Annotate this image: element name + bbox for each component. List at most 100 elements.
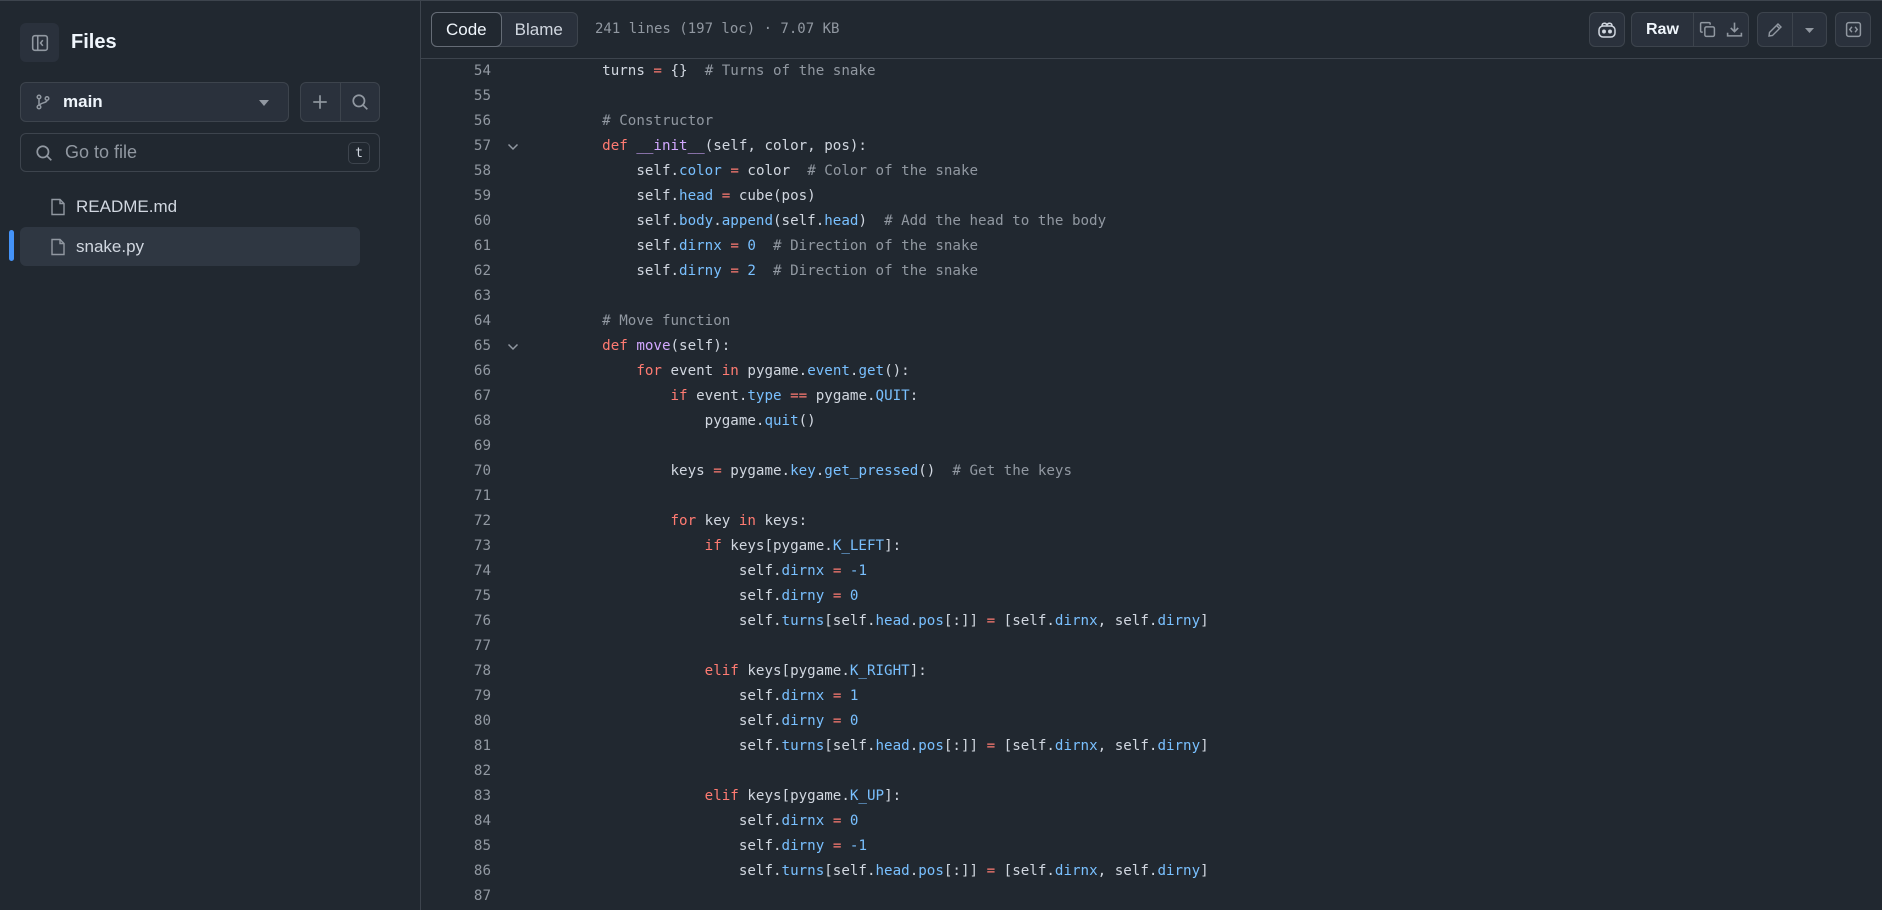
line-number[interactable]: 80: [421, 709, 491, 734]
code-text: elif keys[pygame.K_UP]:: [704, 788, 902, 804]
go-to-file-input[interactable]: Go to file t: [20, 133, 380, 172]
code-viewer: Code Blame 241 lines (197 loc) · 7.07 KB…: [421, 0, 1882, 910]
pencil-icon: [1768, 22, 1783, 37]
copy-raw-button[interactable]: [1694, 13, 1721, 46]
line-number[interactable]: 87: [421, 884, 491, 909]
code-line: 87: [421, 884, 1882, 909]
code-text: self.dirnx = 0 # Direction of the snake: [568, 238, 979, 254]
chevron-down-icon[interactable]: [507, 142, 519, 152]
code-line: 76 self.turns[self.head.pos[:]] = [self.…: [421, 609, 1882, 634]
code-line: 78 elif keys[pygame.K_RIGHT]:: [421, 659, 1882, 684]
line-number[interactable]: 66: [421, 359, 491, 384]
search-files-button[interactable]: [341, 83, 380, 121]
add-file-button[interactable]: [301, 83, 341, 121]
line-number[interactable]: 72: [421, 509, 491, 534]
line-number[interactable]: 54: [421, 59, 491, 84]
code-line: 68 pygame.quit(): [421, 409, 1882, 434]
code-line: 54 turns = {} # Turns of the snake: [421, 59, 1882, 84]
code-line: 61 self.dirnx = 0 # Direction of the sna…: [421, 234, 1882, 259]
symbols-panel-button[interactable]: [1835, 12, 1871, 47]
copilot-button[interactable]: [1589, 12, 1625, 47]
line-number[interactable]: 82: [421, 759, 491, 784]
go-to-file-placeholder: Go to file: [65, 142, 138, 162]
line-number[interactable]: 86: [421, 859, 491, 884]
code-text: self.dirnx = -1: [568, 563, 867, 579]
code-line: 79 self.dirnx = 1: [421, 684, 1882, 709]
branch-selector[interactable]: main: [20, 82, 289, 122]
file-tree-sidebar: Files main Go to file t README.md snake.…: [0, 0, 421, 910]
code-text: self.dirnx = 1: [568, 688, 859, 704]
chevron-down-icon[interactable]: [507, 342, 519, 352]
edit-options-dropdown[interactable]: [1793, 13, 1826, 46]
line-number[interactable]: 57: [421, 134, 491, 159]
code-line: 84 self.dirnx = 0: [421, 809, 1882, 834]
line-number[interactable]: 79: [421, 684, 491, 709]
code-text: self.head = cube(pos): [568, 188, 816, 204]
line-number[interactable]: 69: [421, 434, 491, 459]
line-number[interactable]: 68: [421, 409, 491, 434]
code-line: 73 if keys[pygame.K_LEFT]:: [421, 534, 1882, 559]
branch-name: main: [63, 92, 103, 111]
file-icon: [51, 198, 65, 215]
code-text: self.turns[self.head.pos[:]] = [self.dir…: [568, 863, 1209, 879]
line-number[interactable]: 83: [421, 784, 491, 809]
code-line: 81 self.turns[self.head.pos[:]] = [self.…: [421, 734, 1882, 759]
code-line: 66 for event in pygame.event.get():: [421, 359, 1882, 384]
caret-down-icon: [259, 100, 269, 106]
line-number[interactable]: 74: [421, 559, 491, 584]
tab-blame[interactable]: Blame: [501, 13, 577, 46]
code-text: # Move function: [602, 313, 731, 329]
file-name: snake.py: [76, 236, 145, 256]
code-line: 59 self.head = cube(pos): [421, 184, 1882, 209]
code-text: self.dirny = 0: [568, 713, 859, 729]
line-number[interactable]: 55: [421, 84, 491, 109]
edit-group: [1757, 12, 1827, 47]
line-number[interactable]: 67: [421, 384, 491, 409]
file-tree-item-readme[interactable]: README.md: [20, 187, 360, 226]
plus-icon: [313, 95, 327, 109]
code-text: self.dirny = -1: [568, 838, 867, 854]
tab-code[interactable]: Code: [431, 12, 502, 47]
line-number[interactable]: 77: [421, 634, 491, 659]
line-number[interactable]: 85: [421, 834, 491, 859]
copilot-icon: [1598, 22, 1616, 38]
search-icon: [36, 144, 52, 161]
code-line: 72 for key in keys:: [421, 509, 1882, 534]
code-line: 69: [421, 434, 1882, 459]
sidebar-header: Files: [20, 23, 117, 62]
line-number[interactable]: 59: [421, 184, 491, 209]
line-number[interactable]: 76: [421, 609, 491, 634]
line-number[interactable]: 62: [421, 259, 491, 284]
file-tree-item-snake[interactable]: snake.py: [20, 227, 360, 266]
line-number[interactable]: 71: [421, 484, 491, 509]
line-number[interactable]: 78: [421, 659, 491, 684]
raw-button[interactable]: Raw: [1632, 13, 1694, 46]
line-number[interactable]: 65: [421, 334, 491, 359]
code-text: for key in keys:: [670, 513, 808, 529]
code-line: 65 def move(self):: [421, 334, 1882, 359]
line-number[interactable]: 56: [421, 109, 491, 134]
line-number[interactable]: 70: [421, 459, 491, 484]
line-number[interactable]: 84: [421, 809, 491, 834]
keyboard-shortcut-hint: t: [348, 142, 370, 164]
code-text: for event in pygame.event.get():: [636, 363, 910, 379]
search-icon: [352, 94, 368, 110]
code-line: 85 self.dirny = -1: [421, 834, 1882, 859]
line-number[interactable]: 75: [421, 584, 491, 609]
edit-file-button[interactable]: [1758, 13, 1794, 46]
line-number[interactable]: 73: [421, 534, 491, 559]
line-number[interactable]: 60: [421, 209, 491, 234]
line-number[interactable]: 64: [421, 309, 491, 334]
code-line: 80 self.dirny = 0: [421, 709, 1882, 734]
line-number[interactable]: 58: [421, 159, 491, 184]
line-number[interactable]: 81: [421, 734, 491, 759]
line-number[interactable]: 61: [421, 234, 491, 259]
download-raw-button[interactable]: [1721, 13, 1748, 46]
code-text: self.color = color # Color of the snake: [568, 163, 979, 179]
line-number[interactable]: 63: [421, 284, 491, 309]
code-text: self.body.append(self.head) # Add the he…: [568, 213, 1107, 229]
code-text: elif keys[pygame.K_RIGHT]:: [704, 663, 927, 679]
code-text: if keys[pygame.K_LEFT]:: [704, 538, 902, 554]
code-text: keys = pygame.key.get_pressed() # Get th…: [568, 463, 1073, 479]
collapse-sidebar-button[interactable]: [20, 23, 59, 62]
